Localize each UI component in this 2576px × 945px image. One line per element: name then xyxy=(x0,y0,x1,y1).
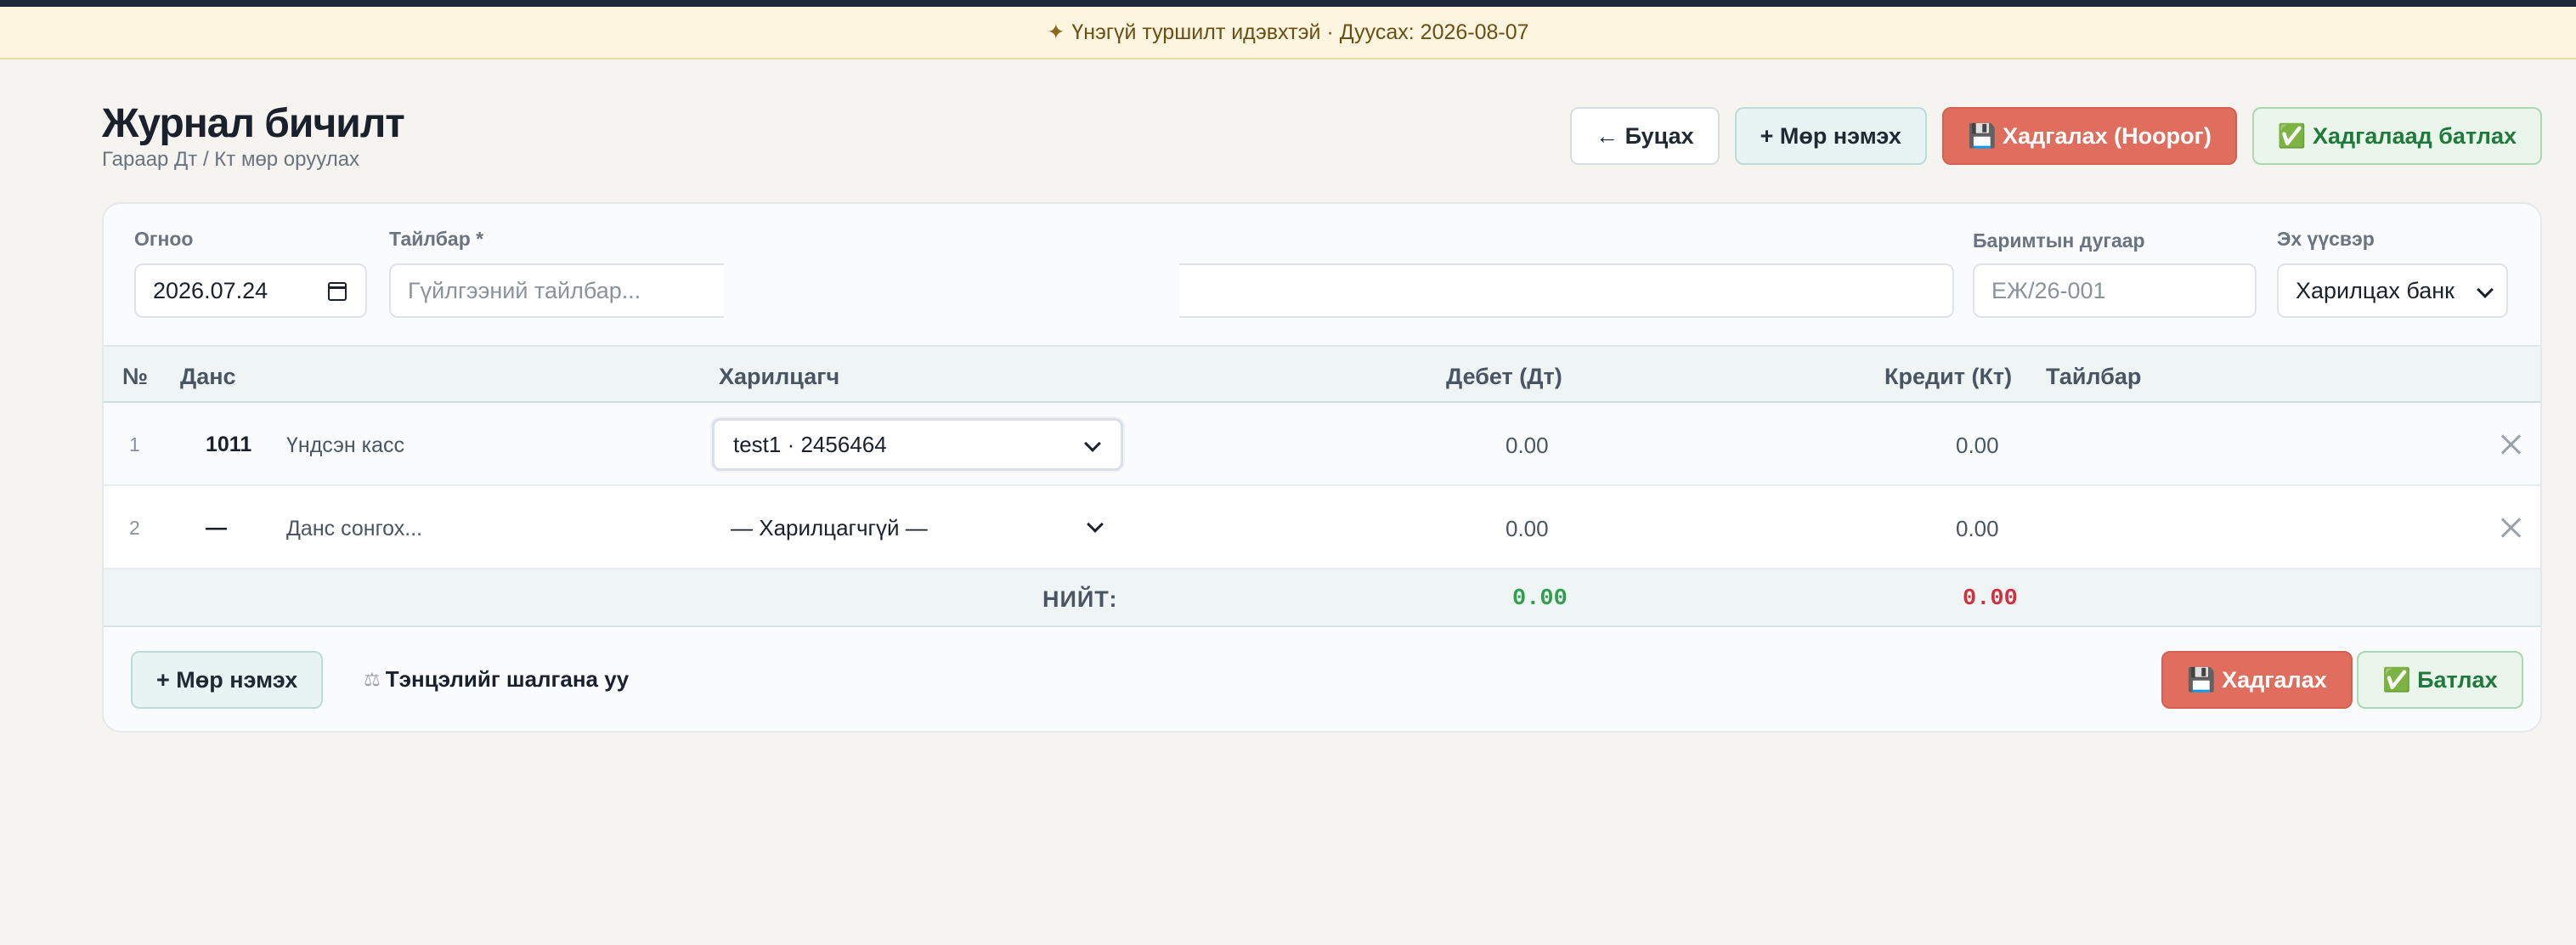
entry-form: Огноо 2026.07.24 Тайлбар * Гүйлгээний та… xyxy=(104,204,2540,345)
column-debit: Дебет (Дт) xyxy=(1446,364,1562,389)
date-label: Огноо xyxy=(134,228,194,250)
debit-amount[interactable]: 0.00 xyxy=(1505,433,1549,459)
scale-icon: ⚖ xyxy=(364,668,381,690)
debit-amount[interactable]: 0.00 xyxy=(1505,516,1549,542)
source-value: Харилцах банк xyxy=(2296,277,2455,303)
account-name[interactable]: Данс сонгох... xyxy=(286,517,422,541)
save-approve-button[interactable]: ✅ Хадгалаад батлах xyxy=(2251,107,2542,165)
column-credit: Кредит (Кт) xyxy=(1884,364,2013,389)
total-credit: 0.00 xyxy=(1963,586,2018,612)
party-value: — Харилцагчгүй — xyxy=(731,514,928,540)
calendar-icon[interactable] xyxy=(328,282,347,301)
account-code[interactable]: 1011 xyxy=(206,433,251,457)
credit-amount[interactable]: 0.00 xyxy=(1956,433,1999,459)
approve-button[interactable]: ✅ Батлах xyxy=(2357,651,2523,709)
party-select[interactable]: — Харилцагчгүй — xyxy=(712,501,1123,554)
total-debit: 0.00 xyxy=(1512,586,1568,612)
balance-check[interactable]: ⚖ Тэнцэлийг шалгана уу xyxy=(364,666,629,693)
description-overlay xyxy=(724,263,1179,325)
chevron-down-icon xyxy=(2477,281,2494,298)
column-account: Данс xyxy=(180,364,236,389)
back-button[interactable]: ← Буцах xyxy=(1570,107,1720,165)
page-header: Журнал бичилт Гараар Дт / Кт мөр оруулах… xyxy=(102,100,2542,177)
column-num: № xyxy=(122,364,149,389)
credit-amount[interactable]: 0.00 xyxy=(1956,516,1999,542)
top-accent-bar xyxy=(0,0,2576,7)
account-code[interactable]: — xyxy=(206,516,227,540)
column-party: Харилцагч xyxy=(719,364,840,389)
add-row-button[interactable]: + Мөр нэмэх xyxy=(1734,107,1927,165)
save-button[interactable]: 💾 Хадгалах xyxy=(2161,651,2353,709)
trial-banner: ✦ Үнэгүй туршилт идэвхтэй · Дуусах: 2026… xyxy=(0,7,2576,59)
chevron-down-icon xyxy=(1087,516,1104,533)
row-number: 2 xyxy=(129,517,140,539)
document-number-label: Баримтын дугаар xyxy=(1973,229,2145,252)
footer-actions: + Мөр нэмэх ⚖ Тэнцэлийг шалгана уу 💾 Хад… xyxy=(104,627,2540,731)
party-value: test1 · 2456464 xyxy=(733,431,887,457)
journal-entry-card: Огноо 2026.07.24 Тайлбар * Гүйлгээний та… xyxy=(102,202,2542,733)
party-select[interactable]: test1 · 2456464 xyxy=(712,418,1123,471)
date-field[interactable]: 2026.07.24 xyxy=(134,263,367,318)
document-number-placeholder: ЕЖ/26-001 xyxy=(1991,277,2106,303)
table-row: 2 — Данс сонгох... — Харилцагчгүй — 0.00… xyxy=(104,486,2540,569)
table-header: № Данс Харилцагч Дебет (Дт) Кредит (Кт) … xyxy=(104,345,2540,403)
account-name[interactable]: Үндсэн касс xyxy=(286,433,404,458)
description-label: Тайлбар * xyxy=(389,228,484,250)
add-row-button[interactable]: + Мөр нэмэх xyxy=(131,651,324,709)
row-number: 1 xyxy=(129,433,140,456)
table-row: 1 1011 Үндсэн касс test1 · 2456464 0.00 … xyxy=(104,403,2540,486)
total-label: НИЙТ: xyxy=(1042,586,1118,612)
source-select[interactable]: Харилцах банк xyxy=(2277,263,2508,318)
description-placeholder: Гүйлгээний тайлбар... xyxy=(408,277,641,303)
page-title: Журнал бичилт xyxy=(102,101,405,146)
close-icon[interactable] xyxy=(2498,515,2523,540)
trial-banner-text: Үнэгүй туршилт идэвхтэй · Дуусах: 2026-0… xyxy=(1071,20,1529,44)
close-icon[interactable] xyxy=(2498,432,2523,457)
chevron-down-icon xyxy=(1084,435,1101,452)
sparkle-icon: ✦ xyxy=(1047,20,1065,44)
document-number-field[interactable]: ЕЖ/26-001 xyxy=(1973,263,2257,318)
page-subtitle: Гараар Дт / Кт мөр оруулах xyxy=(102,148,360,171)
total-row: НИЙТ: 0.00 0.00 xyxy=(104,569,2540,627)
header-actions: ← Буцах + Мөр нэмэх 💾 Хадгалах (Ноорог) … xyxy=(1570,107,2542,165)
source-label: Эх үүсвэр xyxy=(2277,228,2375,250)
balance-check-label: Тэнцэлийг шалгана уу xyxy=(385,666,630,692)
date-value: 2026.07.24 xyxy=(153,277,268,303)
save-draft-button[interactable]: 💾 Хадгалах (Ноорог) xyxy=(1941,107,2237,165)
column-note: Тайлбар xyxy=(2046,364,2142,389)
